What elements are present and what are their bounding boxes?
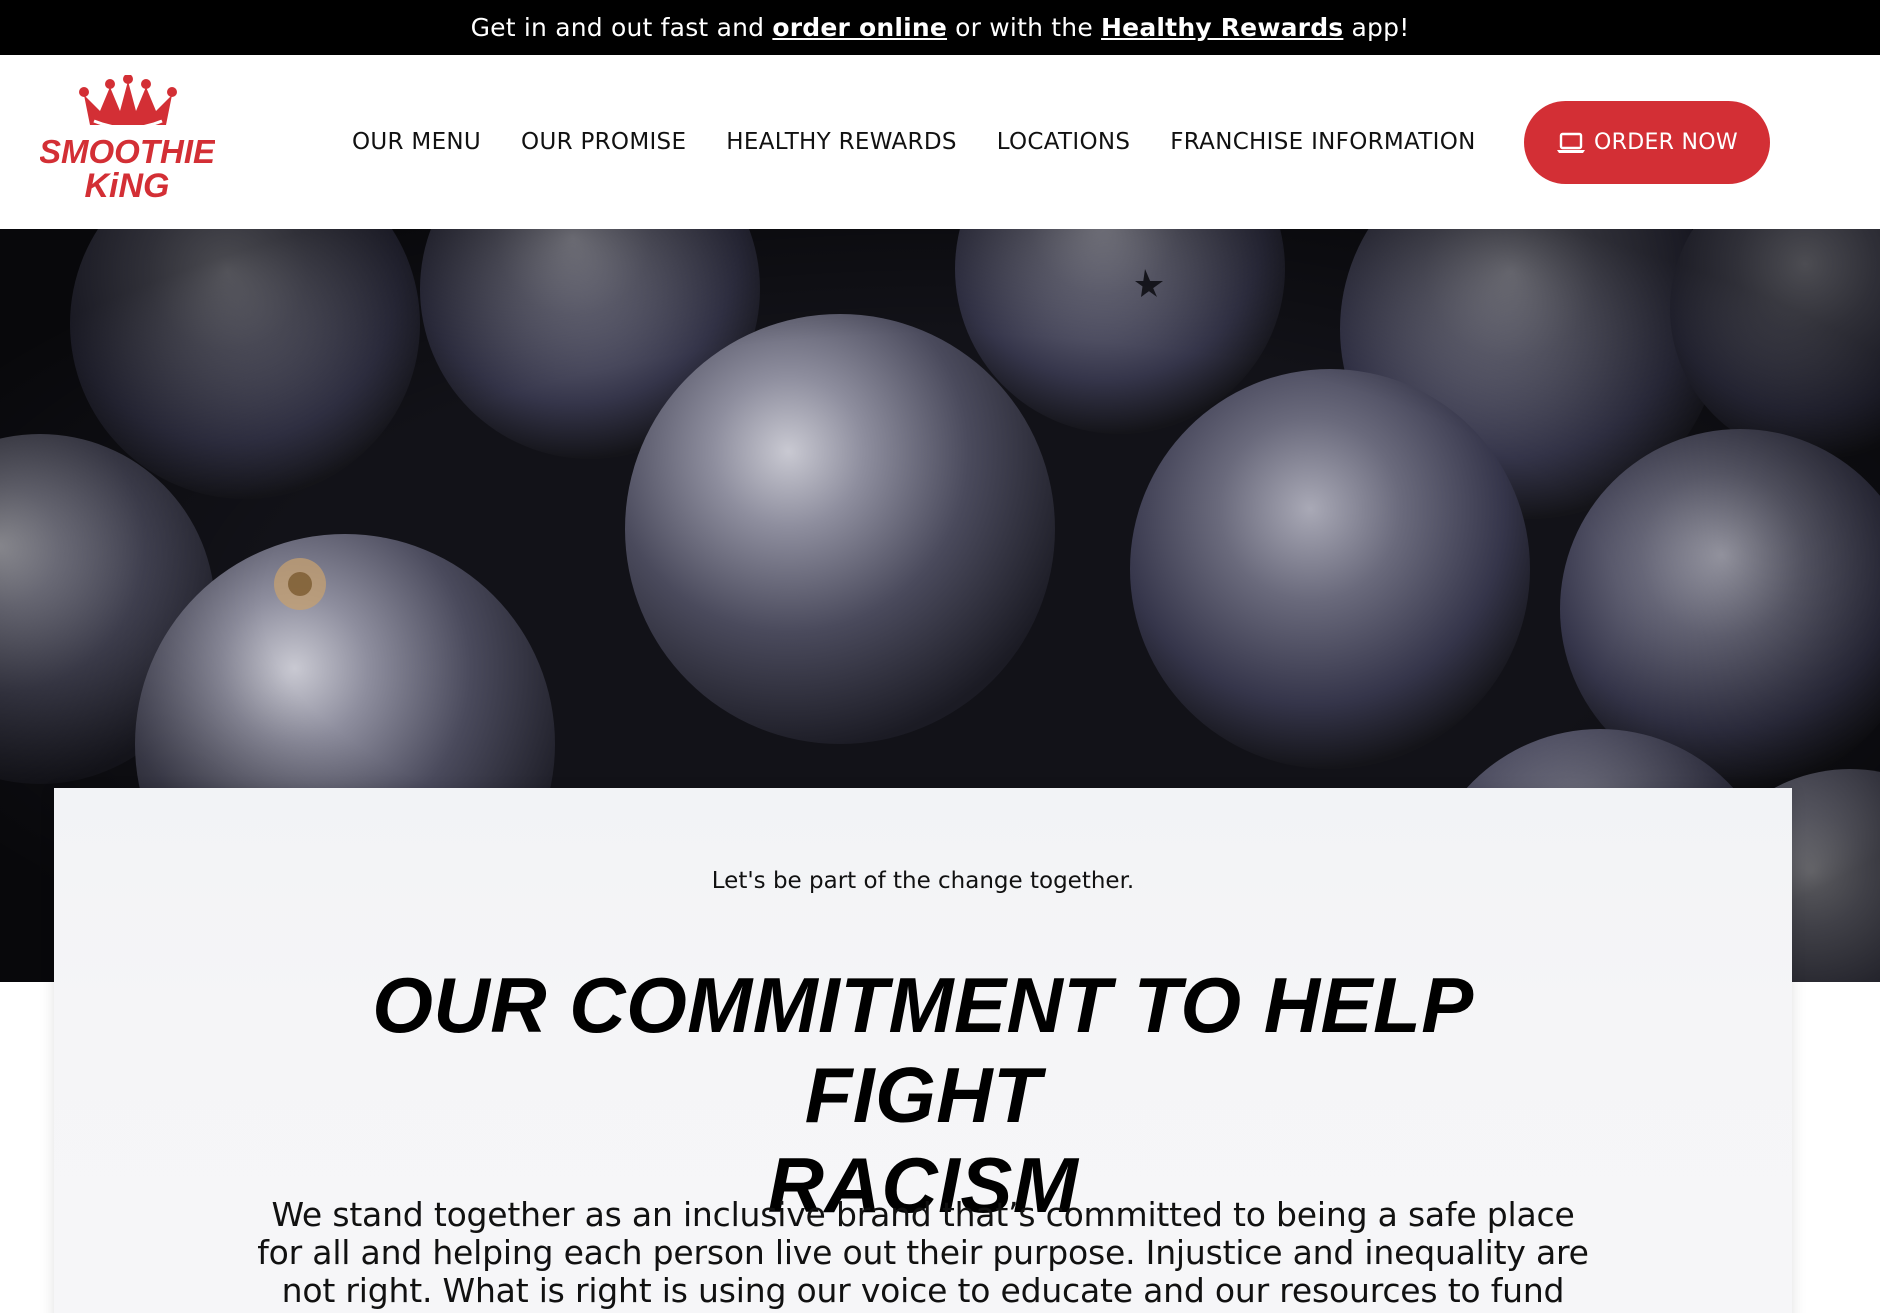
announcement-prefix: Get in and out fast and [470,13,773,42]
site-header: SMOOTHIE KiNG OUR MENU OUR PROMISE HEALT… [0,55,1880,229]
announcement-middle: or with the [947,13,1102,42]
logo-text-line2: KiNG [85,167,170,205]
healthy-rewards-link[interactable]: Healthy Rewards [1101,13,1343,42]
order-online-link[interactable]: order online [772,13,947,42]
main-nav: OUR MENU OUR PROMISE HEALTHY REWARDS LOC… [352,55,1516,229]
announcement-bar: Get in and out fast and order online or … [0,0,1880,55]
nav-item-locations[interactable]: LOCATIONS [997,129,1131,155]
nav-item-our-promise[interactable]: OUR PROMISE [521,129,686,155]
laptop-icon [1556,131,1586,155]
nav-item-healthy-rewards[interactable]: HEALTHY REWARDS [726,129,956,155]
logo-text-line1: SMOOTHIE [40,133,215,170]
nav-item-our-menu[interactable]: OUR MENU [352,129,481,155]
tagline: Let's be part of the change together. [711,868,1135,894]
page-title: OUR COMMITMENT TO HELP FIGHT RACISM [254,960,1592,1230]
order-now-label: ORDER NOW [1594,130,1738,155]
smoothie-king-logo[interactable]: SMOOTHIE KiNG [39,74,216,205]
order-now-button[interactable]: ORDER NOW [1524,101,1770,184]
headline-line-1: OUR COMMITMENT TO HELP FIGHT [372,961,1474,1139]
nav-item-franchise-information[interactable]: FRANCHISE INFORMATION [1170,129,1475,155]
commitment-card: Let's be part of the change together. OU… [54,788,1792,1313]
commitment-body: We stand together as an inclusive brand … [257,1195,1589,1313]
announcement-suffix: app! [1343,13,1410,42]
crown-icon [79,74,177,125]
